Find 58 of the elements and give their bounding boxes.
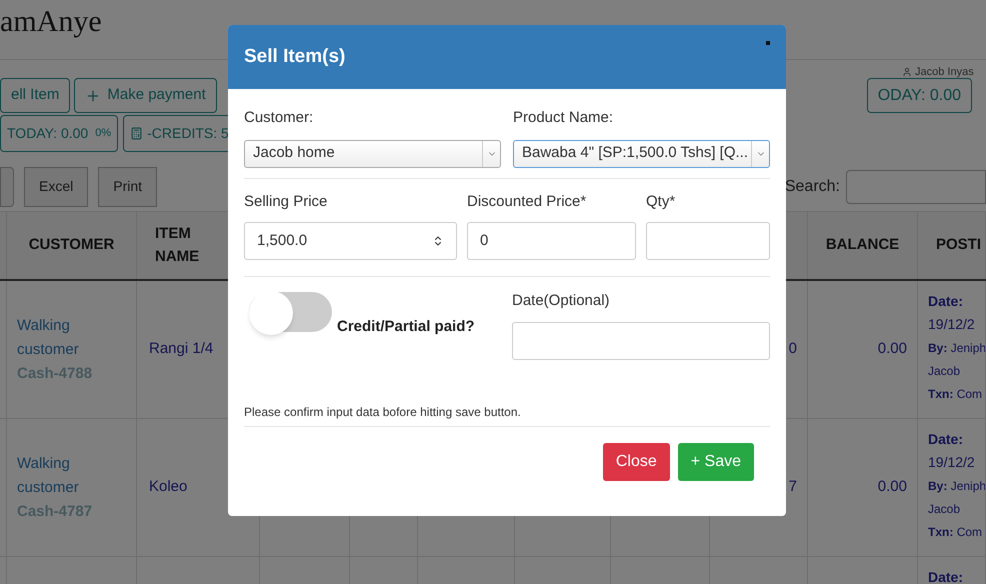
transaction-type: Txn: Com: [928, 524, 984, 541]
column-header: CUSTOMER: [28, 235, 114, 256]
table-cell-text: 0: [788, 339, 797, 360]
field-label: Product Name:: [513, 108, 614, 128]
date-label: Date:: [928, 568, 964, 584]
field-label: Qty*: [646, 192, 676, 212]
posted-by: By: Jeniph: [928, 340, 985, 357]
input-field[interactable]: 0: [467, 222, 636, 260]
field-label: Date(Optional): [512, 291, 611, 311]
close-icon[interactable]: [766, 41, 770, 45]
transaction-type: Txn: Com: [928, 386, 984, 403]
dialog-button[interactable]: Close: [602, 443, 670, 481]
field-label: Selling Price: [244, 192, 328, 212]
spinner-icon: [432, 235, 444, 247]
item-name: Rangi 1/4: [149, 339, 214, 360]
posted-by-name: Jacob: [928, 501, 962, 518]
posted-by: By: Jeniph: [928, 478, 985, 495]
confirmation-note: Please confirm input data bofore hitting save button.: [244, 405, 521, 419]
dialog-title: Sell Item(s): [244, 44, 346, 69]
field-label: Customer:: [244, 108, 314, 128]
user-icon: [902, 67, 912, 78]
balance-value: 0.00: [878, 339, 907, 360]
user-name: Jacob Inyas: [915, 65, 974, 80]
search-field[interactable]: [846, 170, 986, 204]
receipt-number: Cash-4788: [17, 364, 94, 384]
search-label: Search:: [784, 176, 840, 196]
action-button[interactable]: ell Item: [0, 78, 70, 113]
column-header: BALANCE: [826, 235, 900, 256]
export-button[interactable]: [0, 166, 14, 206]
date-value: 19/12/2: [928, 315, 976, 334]
customer-link[interactable]: Walking customer: [17, 314, 107, 362]
export-button[interactable]: Print: [98, 166, 158, 206]
field-label: Discounted Price*: [467, 192, 588, 212]
item-name: Koleo: [149, 477, 188, 498]
number-field[interactable]: 1,500.0: [244, 222, 457, 260]
balance-value: 0.00: [878, 477, 907, 498]
column-header: POSTI: [936, 235, 982, 256]
stat-button[interactable]: ODAY: 0.00: [866, 78, 972, 113]
date-label: Date:: [928, 430, 964, 449]
table-cell-text: 7: [788, 477, 797, 498]
dialog-button[interactable]: + Save: [678, 443, 754, 481]
toggle-switch[interactable]: [249, 292, 332, 332]
select-field[interactable]: Jacob home: [244, 140, 501, 168]
date-field[interactable]: [512, 322, 770, 360]
posted-by-name: Jacob: [928, 363, 962, 380]
action-button[interactable]: Make payment: [74, 78, 217, 113]
export-button[interactable]: Excel: [24, 166, 88, 206]
input-field[interactable]: [646, 222, 770, 260]
toggle-label: Credit/Partial paid?: [337, 317, 475, 337]
receipt-number: Cash-4787: [17, 502, 94, 522]
column-header: ITEM NAME: [155, 224, 200, 266]
select-field[interactable]: Bawaba 4" [SP:1,500.0 Tshs] [Q...: [513, 140, 770, 168]
stat-button[interactable]: TODAY: 0.00 0%: [0, 115, 118, 152]
customer-link[interactable]: Walking customer: [17, 452, 107, 500]
calculator-icon: [130, 127, 144, 140]
date-value: 19/12/2: [928, 453, 976, 472]
date-label: Date:: [928, 292, 964, 311]
app-title: amAnye: [0, 4, 102, 40]
